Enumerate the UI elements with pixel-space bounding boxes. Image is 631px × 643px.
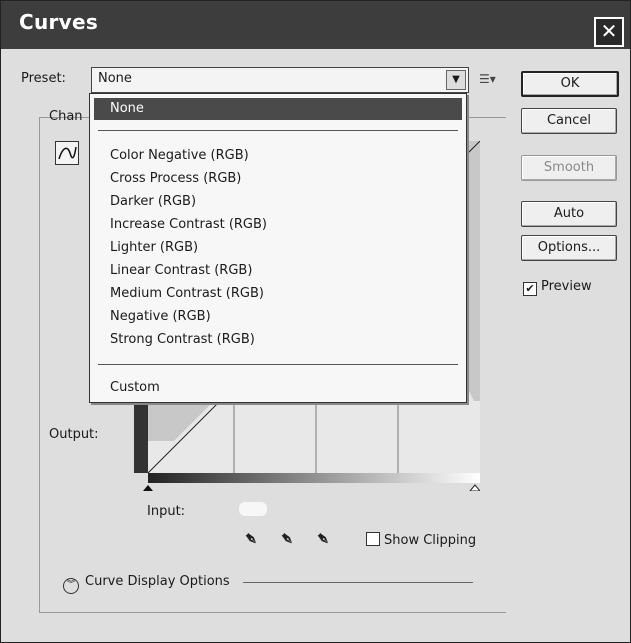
preset-option[interactable]: Strong Contrast (RGB) bbox=[110, 332, 255, 347]
options-button[interactable]: Options... bbox=[521, 235, 617, 261]
preset-option[interactable]: Negative (RGB) bbox=[110, 309, 211, 324]
smooth-button[interactable]: Smooth bbox=[521, 155, 617, 181]
input-field[interactable] bbox=[239, 502, 267, 516]
show-clipping-checkbox[interactable] bbox=[366, 532, 380, 546]
preset-option[interactable]: Linear Contrast (RGB) bbox=[110, 263, 252, 278]
curve-display-options-label: Curve Display Options bbox=[85, 574, 230, 589]
preset-option[interactable]: Cross Process (RGB) bbox=[110, 171, 241, 186]
preset-value: None bbox=[98, 71, 132, 86]
preset-option[interactable]: Medium Contrast (RGB) bbox=[110, 286, 264, 301]
auto-button[interactable]: Auto bbox=[521, 201, 617, 227]
preset-select[interactable]: None ▼ bbox=[91, 67, 469, 93]
input-label: Input: bbox=[147, 504, 186, 519]
curve-tool-icon[interactable] bbox=[55, 141, 79, 165]
preview-toggle[interactable]: ✔ Preview bbox=[523, 279, 592, 296]
preset-option-none[interactable]: None bbox=[94, 98, 462, 120]
curve-display-options[interactable]: ︾ Curve Display Options bbox=[63, 574, 230, 594]
preset-label: Preset: bbox=[21, 71, 66, 86]
preset-option[interactable]: Increase Contrast (RGB) bbox=[110, 217, 267, 232]
preview-checkbox[interactable]: ✔ bbox=[523, 282, 537, 296]
double-chevron-down-icon[interactable]: ︾ bbox=[63, 578, 79, 594]
title-bar: Curves ✕ bbox=[1, 1, 630, 49]
show-clipping-label: Show Clipping bbox=[384, 533, 477, 548]
preset-option[interactable]: Lighter (RGB) bbox=[110, 240, 198, 255]
preset-option[interactable]: Darker (RGB) bbox=[110, 194, 196, 209]
separator bbox=[98, 364, 458, 365]
chevron-down-icon[interactable]: ▼ bbox=[446, 70, 466, 90]
output-label: Output: bbox=[49, 427, 99, 442]
close-icon[interactable]: ✕ bbox=[594, 17, 624, 47]
divider bbox=[243, 582, 473, 583]
preset-options-icon[interactable]: ☰▾ bbox=[479, 72, 496, 86]
window-title: Curves bbox=[19, 10, 99, 34]
ok-button[interactable]: OK bbox=[521, 71, 619, 97]
channel-label: Chan bbox=[49, 109, 83, 124]
preview-label: Preview bbox=[541, 279, 592, 294]
curves-dialog: Curves ✕ Preset: None ▼ ☰▾ OK Cancel Smo… bbox=[0, 0, 631, 643]
separator bbox=[98, 130, 458, 131]
preset-option-custom[interactable]: Custom bbox=[110, 380, 160, 395]
show-clipping-toggle[interactable]: Show Clipping bbox=[366, 532, 476, 548]
cancel-button[interactable]: Cancel bbox=[521, 108, 617, 134]
preset-option[interactable]: Color Negative (RGB) bbox=[110, 148, 249, 163]
preset-dropdown[interactable]: None Color Negative (RGB) Cross Process … bbox=[89, 93, 467, 403]
input-gradient bbox=[143, 473, 480, 491]
